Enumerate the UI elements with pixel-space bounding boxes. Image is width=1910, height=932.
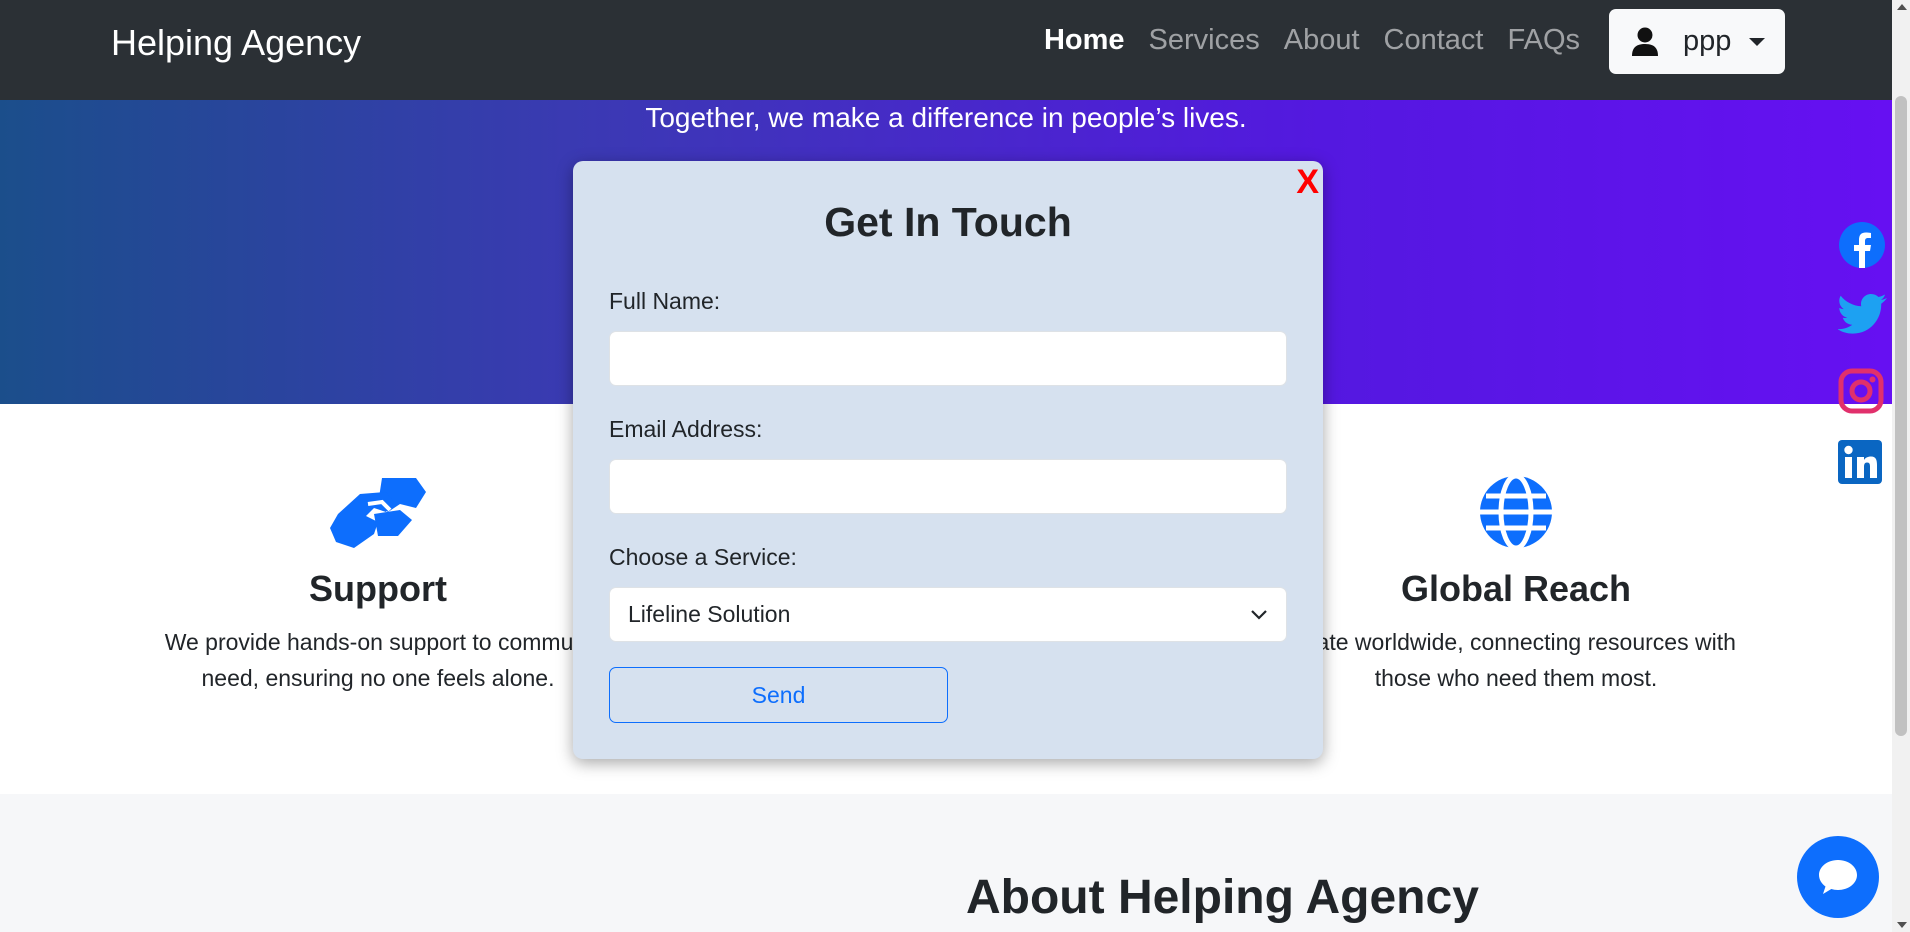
instagram-icon[interactable] [1838, 368, 1884, 419]
nav-link-about[interactable]: About [1284, 24, 1360, 57]
top-navbar: Helping Agency Home Services About Conta… [0, 0, 1892, 100]
chat-button[interactable] [1797, 836, 1879, 918]
nav-link-home[interactable]: Home [1044, 24, 1125, 57]
brand-logo[interactable]: Helping Agency [111, 22, 361, 64]
chevron-down-icon [1251, 609, 1267, 620]
contact-modal: X Get In Touch Full Name: Email Address:… [573, 161, 1323, 759]
feature-description-line: erate worldwide, connecting resources wi… [1296, 629, 1736, 655]
nav-link-services[interactable]: Services [1149, 24, 1260, 57]
nav-link-faqs[interactable]: FAQs [1507, 24, 1580, 57]
handshake-icon [330, 478, 426, 548]
scroll-down-arrow-icon[interactable] [1897, 922, 1907, 928]
feature-description-line: those who need them most. [1374, 665, 1658, 691]
nav-links: Home Services About Contact FAQs [1044, 24, 1580, 57]
full-name-input[interactable] [609, 331, 1287, 386]
about-section [0, 794, 1892, 932]
scroll-thumb[interactable] [1895, 96, 1907, 736]
linkedin-icon[interactable] [1838, 440, 1882, 489]
chat-bubble-icon [1819, 860, 1857, 894]
email-input[interactable] [609, 459, 1287, 514]
feature-global-reach: Global Reach erate worldwide, connecting… [1283, 474, 1749, 696]
close-button[interactable]: X [1296, 163, 1319, 202]
page-scrollbar[interactable] [1892, 0, 1910, 932]
feature-description-line: We provide hands-on support to communi [164, 629, 592, 655]
service-selected-value: Lifeline Solution [628, 601, 791, 627]
email-label: Email Address: [609, 416, 763, 442]
feature-support: Support We provide hands-on support to c… [110, 474, 646, 696]
scroll-up-arrow-icon[interactable] [1897, 4, 1907, 10]
service-label: Choose a Service: [609, 544, 797, 570]
feature-title: Support [309, 568, 447, 609]
feature-title: Global Reach [1400, 568, 1632, 609]
modal-title: Get In Touch [824, 199, 1072, 245]
user-dropdown-button[interactable]: ppp [1609, 9, 1785, 74]
send-button[interactable]: Send [609, 667, 948, 723]
globe-icon [1480, 474, 1552, 550]
hero-tagline: Together, we make a difference in people… [645, 102, 1247, 133]
twitter-icon[interactable] [1837, 293, 1888, 342]
about-title: About Helping Agency [966, 871, 1479, 924]
user-name: ppp [1683, 25, 1732, 57]
feature-description-line: need, ensuring no one feels alone. [201, 665, 555, 691]
full-name-label: Full Name: [609, 288, 721, 314]
chevron-down-icon [1749, 37, 1766, 46]
nav-link-contact[interactable]: Contact [1384, 24, 1484, 57]
service-select[interactable]: Lifeline Solution [609, 587, 1287, 642]
facebook-icon[interactable] [1838, 221, 1886, 274]
person-icon [1632, 27, 1658, 56]
